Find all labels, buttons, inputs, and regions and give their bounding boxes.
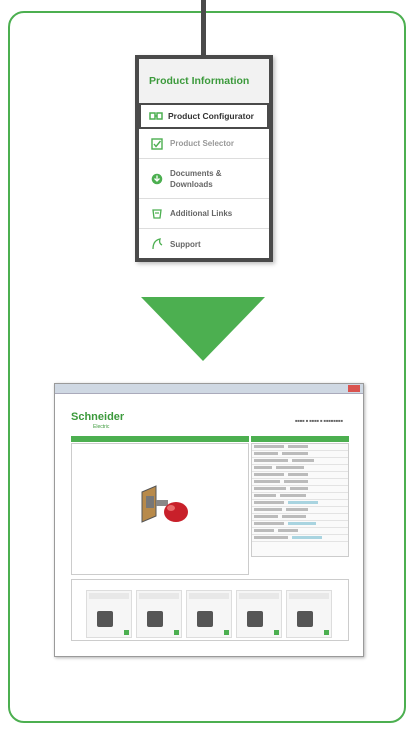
menu-item-support[interactable]: Support <box>139 229 269 259</box>
down-arrow-icon <box>141 297 265 361</box>
menu-item-label: Documents & Downloads <box>170 168 222 189</box>
product-menu: Product Information Product Configurator… <box>135 55 273 262</box>
component-card[interactable] <box>186 590 232 638</box>
menu-list: Product Selector Documents & Downloads A… <box>139 129 269 258</box>
product-configurator-label: Product Configurator <box>168 111 254 121</box>
configurator-icon <box>149 112 163 120</box>
component-card[interactable] <box>286 590 332 638</box>
menu-header: Product Information <box>139 59 269 103</box>
configurator-screenshot: Schneider Electric ■■■■ ■ ■■■■ ■ ■■■■■■■… <box>54 383 364 657</box>
links-icon <box>152 208 162 219</box>
properties-table <box>251 443 349 557</box>
brand-logo: Schneider Electric <box>71 412 124 432</box>
component-card[interactable] <box>86 590 132 638</box>
menu-item-product-selector[interactable]: Product Selector <box>139 129 269 159</box>
summary-panel-header <box>251 436 349 442</box>
support-icon <box>152 238 163 250</box>
connector-line <box>201 0 206 58</box>
component-card[interactable] <box>136 590 182 638</box>
configuration-panel-header <box>71 436 249 442</box>
close-icon <box>348 385 360 392</box>
browser-titlebar <box>55 384 363 394</box>
top-links: ■■■■ ■ ■■■■ ■ ■■■■■■■■ <box>295 418 343 423</box>
menu-item-additional-links[interactable]: Additional Links <box>139 199 269 229</box>
menu-header-label: Product Information <box>149 75 250 87</box>
3d-view-area[interactable] <box>71 443 249 575</box>
component-card[interactable] <box>236 590 282 638</box>
logo-subtext: Electric <box>93 424 110 430</box>
product-model-image <box>141 485 188 523</box>
menu-item-label: Additional Links <box>170 209 233 218</box>
download-icon <box>151 173 163 184</box>
menu-item-label: Product Selector <box>170 139 235 148</box>
menu-item-label: Support <box>170 239 201 249</box>
additional-components-carousel <box>71 579 349 641</box>
checkbox-icon <box>151 137 163 150</box>
menu-item-documents[interactable]: Documents & Downloads <box>139 159 269 199</box>
product-configurator-item[interactable]: Product Configurator <box>139 103 269 129</box>
